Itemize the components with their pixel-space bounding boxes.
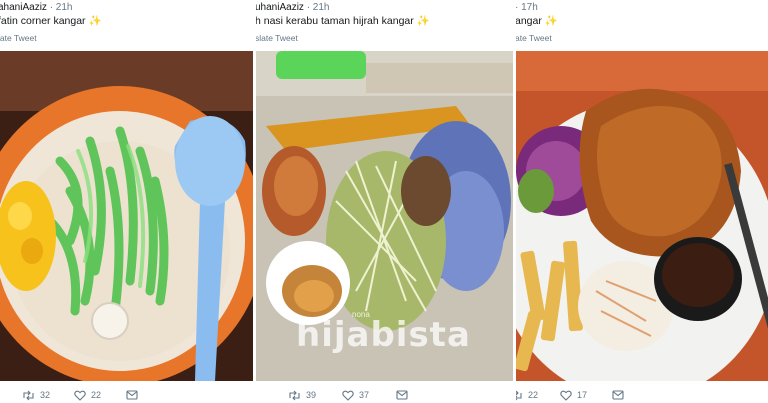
tweet-card-3[interactable]: · 17h angar ✨ ate Tweet 22 17: [516, 0, 768, 403]
tweet-meta: ahaniAaziz · 21h: [0, 2, 73, 13]
like-count: 22: [91, 390, 102, 400]
sparkles-icon: ✨: [416, 15, 430, 27]
like-action[interactable]: 22: [74, 388, 101, 402]
tweet-meta: uhaniAaziz · 21h: [256, 2, 330, 13]
hijabista-watermark: hijabista: [296, 315, 471, 355]
message-action[interactable]: [612, 388, 624, 402]
sparkles-icon: ✨: [88, 15, 102, 27]
tweet-actions: 22 17: [516, 388, 768, 402]
tweet-card-2[interactable]: uhaniAaziz · 21h h nasi kerabu taman hij…: [256, 0, 513, 403]
tweet-text-content: h nasi kerabu taman hijrah kangar: [256, 15, 414, 27]
tweet-time[interactable]: · 21h: [50, 2, 73, 13]
tweet-author[interactable]: uhaniAaziz: [256, 2, 304, 13]
sparkles-icon: ✨: [544, 15, 558, 27]
tweet-actions: 39 37: [256, 388, 513, 402]
retweet-icon: [23, 390, 34, 400]
retweet-count: 22: [528, 390, 539, 400]
envelope-icon: [612, 390, 624, 400]
chicken-chop-photo: [516, 51, 768, 381]
message-action[interactable]: [126, 388, 138, 402]
heart-icon: [560, 390, 572, 401]
translate-tweet-link[interactable]: slate Tweet: [256, 33, 298, 43]
retweet-icon: [516, 390, 522, 400]
tweet-author[interactable]: ahaniAaziz: [0, 2, 47, 13]
tweet-photo[interactable]: [0, 51, 253, 381]
retweet-action[interactable]: 32: [22, 388, 50, 402]
like-count: 17: [577, 390, 588, 400]
heart-icon: [342, 390, 354, 401]
tweet-time[interactable]: · 21h: [307, 2, 330, 13]
tweet-text: angar ✨: [516, 14, 558, 27]
tweet-meta: · 17h: [516, 2, 538, 13]
heart-icon: [74, 390, 86, 401]
like-count: 37: [359, 390, 370, 400]
tweet-text-content: angar: [516, 15, 542, 27]
retweet-count: 32: [40, 390, 51, 400]
message-action[interactable]: [396, 388, 408, 402]
retweet-action[interactable]: 22: [516, 388, 538, 402]
retweet-count: 39: [306, 390, 317, 400]
tweet-text-content: fatin corner kangar: [0, 15, 86, 27]
translate-tweet-link[interactable]: ate Tweet: [516, 33, 552, 43]
envelope-icon: [126, 390, 138, 400]
retweet-icon: [289, 390, 300, 400]
cendol-photo: [0, 51, 253, 381]
envelope-icon: [396, 390, 408, 400]
tweet-photo[interactable]: [516, 51, 768, 381]
tweet-text: fatin corner kangar ✨: [0, 14, 102, 27]
like-action[interactable]: 17: [560, 388, 587, 402]
tweet-text: h nasi kerabu taman hijrah kangar ✨: [256, 14, 430, 27]
tweet-actions: 32 22: [0, 388, 253, 402]
translate-tweet-link[interactable]: late Tweet: [0, 33, 37, 43]
tweet-card-1[interactable]: ahaniAaziz · 21h fatin corner kangar ✨ la…: [0, 0, 253, 403]
retweet-action[interactable]: 39: [288, 388, 316, 402]
tweet-photo[interactable]: nona hijabista: [256, 51, 513, 381]
like-action[interactable]: 37: [342, 388, 369, 402]
tweet-time[interactable]: · 17h: [516, 2, 538, 13]
